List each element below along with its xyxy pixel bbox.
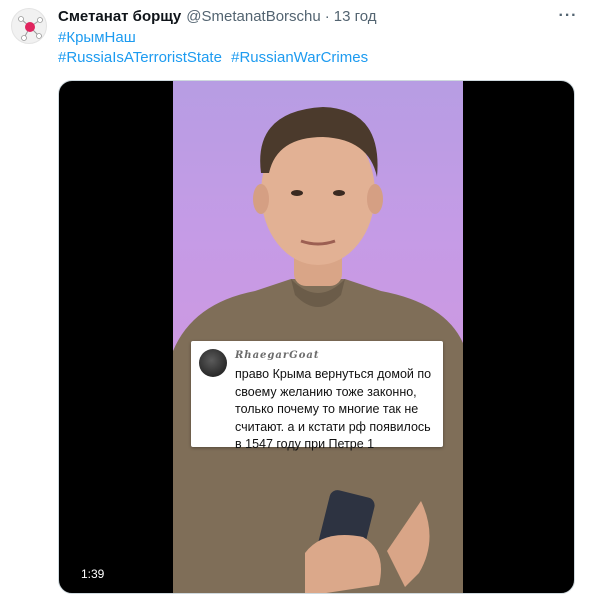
separator-dot: · — [324, 8, 330, 25]
tweet-timestamp[interactable]: 13 год — [334, 8, 377, 25]
more-options-button[interactable]: ··· — [556, 6, 580, 26]
comment-text: право Крыма вернуться домой по своему же… — [235, 367, 432, 451]
display-name[interactable]: Сметанат борщу — [58, 8, 181, 25]
presenter-figure — [173, 107, 463, 593]
tweet-header: Сметанат борщу @SmetanatBorschu · 13 год — [58, 8, 558, 26]
hashtag-link[interactable]: #RussianWarCrimes — [231, 49, 368, 66]
hashtag-link[interactable]: #RussiaIsATerroristState — [58, 49, 222, 66]
more-horizontal-icon: ··· — [558, 7, 578, 24]
video-frame — [173, 81, 463, 593]
molecule-icon — [18, 16, 43, 41]
user-handle[interactable]: @SmetanatBorschu — [186, 8, 320, 25]
video-duration: 1:39 — [81, 567, 105, 581]
commenter-username: RhaegarGoat — [235, 350, 320, 361]
profile-avatar[interactable] — [11, 8, 47, 44]
hashtags-line-2: #RussiaIsATerroristState #RussianWarCrim… — [58, 49, 373, 66]
hashtags-line-1: #КрымНаш — [58, 29, 141, 46]
comment-reply-card: RhaegarGoat право Крыма вернуться домой … — [191, 341, 443, 451]
hashtag-link[interactable]: #КрымНаш — [58, 29, 136, 46]
commenter-avatar — [199, 349, 227, 377]
video-player[interactable]: RhaegarGoat право Крыма вернуться домой … — [58, 80, 575, 594]
